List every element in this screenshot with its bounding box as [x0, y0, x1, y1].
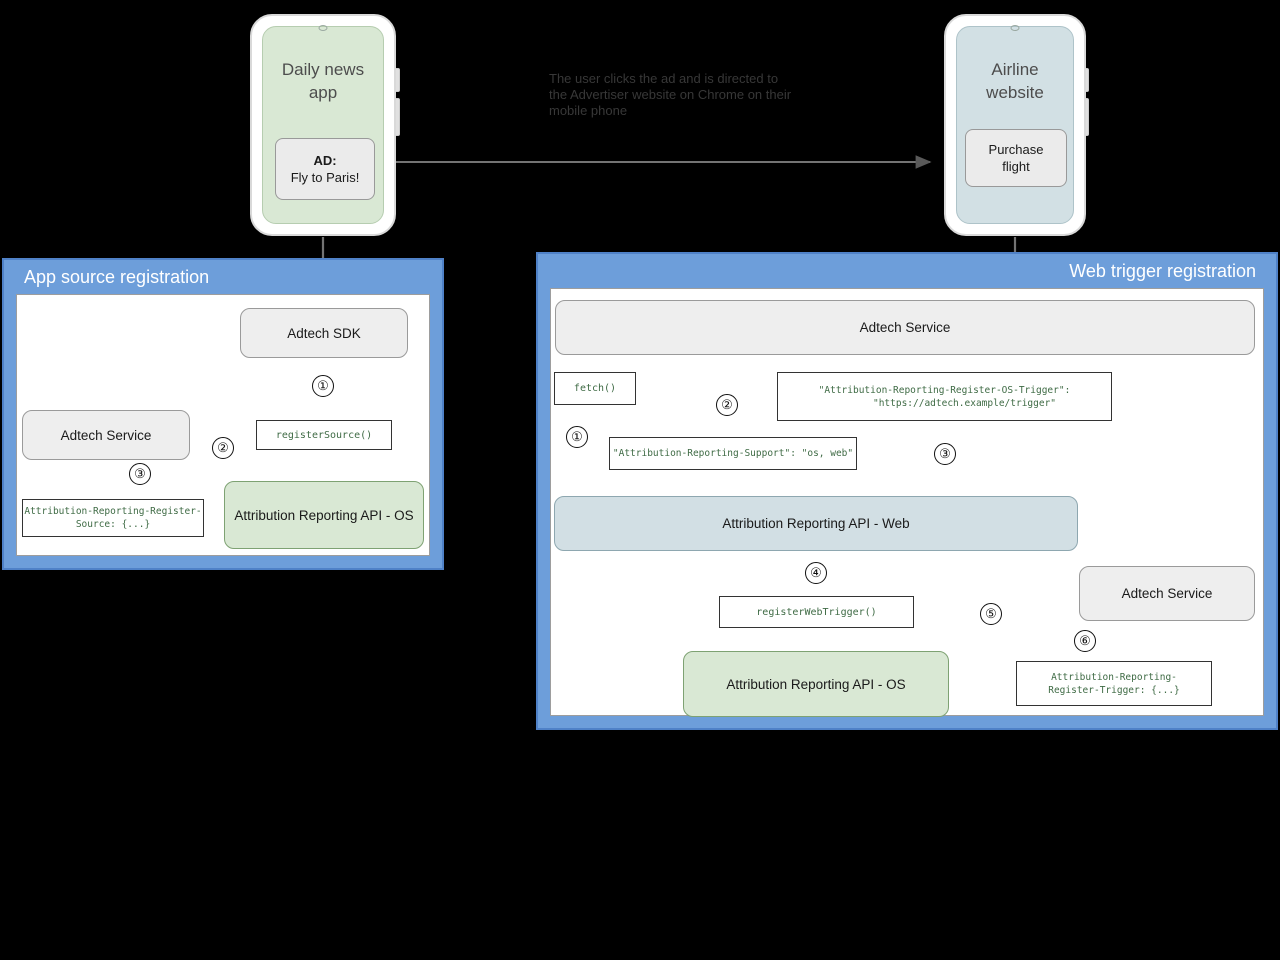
step-badge-6-right: ⑥ — [1074, 630, 1096, 652]
step-badge-2-right-label: ② — [716, 394, 738, 416]
web-trigger-registration-title: Web trigger registration — [1069, 261, 1256, 281]
codebox-register-source: registerSource() — [256, 420, 392, 450]
step-badge-3-right: ③ — [934, 443, 956, 465]
step-badge-5-right: ⑤ — [980, 603, 1002, 625]
node-adtech-service-bottom-right-label: Adtech Service — [1121, 586, 1213, 601]
node-adtech-sdk[interactable]: Adtech SDK — [240, 308, 408, 358]
ad-label: AD: — [313, 153, 337, 168]
step-badge-1-right: ① — [566, 426, 588, 448]
node-ar-api-os-right[interactable]: Attribution Reporting API - OS — [683, 651, 949, 717]
node-adtech-service-bottom-right[interactable]: Adtech Service — [1079, 566, 1255, 621]
step-badge-6-right-label: ⑥ — [1074, 630, 1096, 652]
codebox-fetch-text: fetch() — [573, 383, 617, 394]
step-badge-1-left-label: ① — [312, 375, 334, 397]
right-phone: Airline website Purchase flight — [944, 14, 1086, 236]
codebox-support-header-text: "Attribution-Reporting-Support": "os, we… — [612, 448, 854, 459]
step-badge-1-left: ① — [312, 375, 334, 397]
node-adtech-sdk-label: Adtech SDK — [287, 325, 361, 341]
step-badge-3-left-label: ③ — [129, 463, 151, 485]
codebox-register-trigger-header: Attribution-Reporting- Register-Trigger:… — [1016, 661, 1212, 706]
right-phone-screen — [956, 26, 1074, 224]
step-badge-2-left-label: ② — [212, 437, 234, 459]
step-badge-4-right: ④ — [805, 562, 827, 584]
node-ar-api-os-right-label: Attribution Reporting API - OS — [726, 676, 906, 692]
purchase-flight-label-line2: flight — [1002, 159, 1030, 174]
node-adtech-service-top-right[interactable]: Adtech Service — [555, 300, 1255, 355]
codebox-register-web-trigger-text: registerWebTrigger() — [756, 606, 877, 618]
step-badge-2-left: ② — [212, 437, 234, 459]
purchase-flight-label-line1: Purchase — [988, 142, 1044, 157]
purchase-flight-button[interactable]: Purchase flight — [965, 129, 1067, 187]
left-phone-camera-icon — [318, 25, 328, 31]
ad-text: Fly to Paris! — [290, 170, 360, 185]
node-ar-api-web[interactable]: Attribution Reporting API - Web — [554, 496, 1078, 551]
diagram-canvas: Daily news app AD: Fly to Paris! Airline… — [0, 0, 1280, 960]
flow-caption: The user clicks the ad and is directed t… — [549, 71, 792, 118]
node-ar-api-os-left-label: Attribution Reporting API - OS — [234, 507, 414, 523]
codebox-os-trigger-header-text: "Attribution-Reporting-Register-OS-Trigg… — [818, 384, 1071, 409]
node-ar-api-os-left[interactable]: Attribution Reporting API - OS — [224, 481, 424, 549]
node-adtech-service-top-right-label: Adtech Service — [859, 320, 951, 335]
node-ar-api-web-label: Attribution Reporting API - Web — [722, 516, 910, 531]
codebox-register-source-header-text: Attribution-Reporting-Register- Source: … — [24, 506, 202, 530]
codebox-register-web-trigger: registerWebTrigger() — [719, 596, 914, 628]
codebox-register-trigger-header-text: Attribution-Reporting- Register-Trigger:… — [1048, 671, 1180, 696]
step-badge-3-left: ③ — [129, 463, 151, 485]
right-phone-app-title: Airline website — [986, 60, 1044, 102]
codebox-support-header: "Attribution-Reporting-Support": "os, we… — [609, 437, 857, 470]
codebox-register-source-header: Attribution-Reporting-Register- Source: … — [22, 499, 204, 537]
step-badge-5-right-label: ⑤ — [980, 603, 1002, 625]
node-adtech-service-left-label: Adtech Service — [60, 427, 152, 443]
ad-banner[interactable]: AD: Fly to Paris! — [275, 138, 375, 200]
codebox-register-source-text: registerSource() — [275, 429, 373, 441]
step-badge-3-right-label: ③ — [934, 443, 956, 465]
right-phone-camera-icon — [1010, 25, 1020, 31]
codebox-os-trigger-header: "Attribution-Reporting-Register-OS-Trigg… — [777, 372, 1112, 421]
left-phone: Daily news app AD: Fly to Paris! — [250, 14, 396, 236]
step-badge-2-right: ② — [716, 394, 738, 416]
step-badge-1-right-label: ① — [566, 426, 588, 448]
app-source-registration-title: App source registration — [24, 267, 210, 287]
step-badge-4-right-label: ④ — [805, 562, 827, 584]
codebox-fetch: fetch() — [554, 372, 636, 405]
node-adtech-service-left[interactable]: Adtech Service — [22, 410, 190, 460]
left-phone-app-title: Daily news app — [281, 60, 365, 102]
